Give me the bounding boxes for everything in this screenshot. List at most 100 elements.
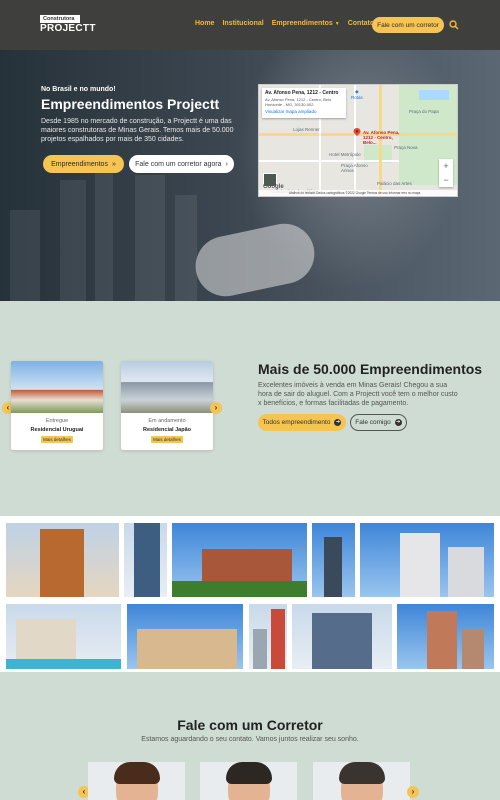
map-water-area: [419, 90, 449, 100]
section-title: Fale com um Corretor: [177, 717, 323, 733]
map-label: Praça Nova: [394, 145, 418, 150]
map-enlarge-link[interactable]: Visualizar mapa ampliado: [265, 109, 343, 114]
map-info-address: Av. Afonso Pena, 1212 - Centro, Belo Hor…: [265, 97, 332, 107]
background-building: [135, 175, 165, 301]
zoom-out-icon[interactable]: −: [439, 173, 453, 187]
property-details-button[interactable]: Mais detalhes: [41, 436, 73, 443]
map-road: [259, 160, 399, 162]
menu-item-empreendimentos[interactable]: Empreendimentos ▼: [272, 20, 340, 27]
gallery-image[interactable]: [6, 604, 121, 669]
gallery-image[interactable]: [292, 604, 392, 669]
property-image: [11, 361, 103, 413]
agents-next-arrow[interactable]: ›: [407, 786, 419, 798]
gallery-building: [400, 533, 440, 597]
fale-comigo-label: Fale comigo: [355, 419, 391, 426]
map-directions-label: Rotas: [351, 95, 363, 100]
gallery-image[interactable]: [397, 604, 494, 669]
agent-photo[interactable]: [313, 762, 410, 800]
agent-hair: [226, 762, 272, 784]
map-label: Hotel Metrópole: [329, 152, 361, 157]
background-building: [175, 195, 197, 301]
chevron-down-icon: ▼: [334, 21, 340, 27]
menu-item-empreendimentos-label: Empreendimentos: [271, 20, 333, 27]
hero-title: Empreendimentos Projectt: [41, 96, 220, 112]
menu-item-institucional[interactable]: Institucional: [222, 20, 263, 27]
property-details-button[interactable]: Mais detalhes: [151, 436, 183, 443]
top-navbar: Construtora PROJECTT Home Institucional …: [0, 0, 500, 50]
gallery-image[interactable]: [249, 604, 287, 669]
property-name: Residencial Uruguai: [30, 427, 84, 433]
map-label: Praça Afonso Arinos: [341, 163, 368, 173]
property-card[interactable]: Em andamento Residencial Japão Mais deta…: [121, 361, 213, 450]
arrow-right-icon: ➔: [334, 419, 342, 426]
gallery-lawn: [172, 581, 307, 597]
empreendimentos-button-label: Empreendimentos: [51, 160, 108, 168]
gallery-building: [448, 547, 484, 597]
gallery-image[interactable]: [127, 604, 243, 669]
gallery-building: [271, 609, 285, 669]
map-pin-label: Av. Afonso Pena, 1212 - Centro, Belo...: [363, 130, 400, 145]
fale-corretor-agora-label: Fale com um corretor agora: [135, 160, 222, 168]
menu-item-home[interactable]: Home: [195, 20, 214, 27]
search-icon[interactable]: [449, 19, 459, 31]
gallery-building: [312, 613, 372, 669]
map-label: Lojas Renner: [293, 127, 320, 132]
property-status: Entregue: [45, 418, 69, 424]
hero-description: Desde 1985 no mercado de construção, a P…: [41, 118, 234, 143]
gallery-building: [134, 523, 160, 597]
property-image: [121, 361, 213, 413]
gallery-building: [253, 629, 267, 669]
empreendimentos-button[interactable]: Empreendimentos »: [43, 155, 124, 173]
background-building: [95, 160, 113, 301]
map-zoom-control[interactable]: + −: [439, 159, 453, 187]
gallery-pool: [6, 659, 121, 669]
embedded-map[interactable]: Av. Afonso Pena, 1212 - Centro Av. Afons…: [258, 84, 458, 197]
agent-photo[interactable]: [200, 762, 297, 800]
carousel-next-arrow[interactable]: ›: [210, 402, 222, 414]
map-info-window: Av. Afonso Pena, 1212 - Centro Av. Afons…: [262, 88, 346, 118]
agent-photo[interactable]: [88, 762, 185, 800]
gallery-building: [40, 529, 84, 597]
agent-hair: [114, 762, 160, 784]
logo[interactable]: Construtora PROJECTT: [40, 15, 96, 34]
fale-comigo-button[interactable]: Fale comigo ➔: [350, 414, 407, 431]
gallery-building: [324, 537, 342, 597]
logo-brand-text: PROJECTT: [40, 23, 96, 34]
nav-cta-button[interactable]: Fale com um corretor: [372, 17, 444, 33]
hero-kicker: No Brasil e no mundo!: [41, 86, 116, 93]
zoom-in-icon[interactable]: +: [439, 159, 453, 173]
background-building: [10, 210, 40, 301]
main-menu: Home Institucional Empreendimentos ▼ Cont…: [195, 20, 378, 27]
property-status: Em andamento: [148, 418, 186, 424]
agent-hair: [339, 762, 385, 784]
gallery-image[interactable]: [6, 523, 119, 597]
map-label: Praça do Papa: [409, 109, 439, 114]
map-footer-links[interactable]: Atalhos do teclado Dados cartográficos ©…: [259, 190, 457, 196]
todos-empreendimentos-button[interactable]: Todos empreendimento ➔: [258, 414, 346, 431]
gallery-image[interactable]: [124, 523, 167, 597]
todos-empreendimentos-label: Todos empreendimento: [262, 419, 331, 426]
double-chevron-right-icon: »: [111, 160, 116, 168]
gallery-image[interactable]: [360, 523, 494, 597]
gallery-building: [427, 611, 457, 669]
arrow-right-icon: ➔: [394, 419, 402, 426]
map-label: Palácio das Artes: [377, 181, 412, 186]
section-title: Mais de 50.000 Empreendimentos: [258, 361, 483, 377]
background-building: [60, 180, 86, 301]
map-info-title: Av. Afonso Pena, 1212 - Centro: [265, 90, 339, 96]
photo-gallery: [0, 516, 500, 672]
property-name: Residencial Japão: [143, 427, 191, 433]
logo-small-text: Construtora: [40, 15, 80, 23]
chevron-right-icon: ›: [225, 160, 228, 168]
location-pin-icon: [353, 128, 361, 136]
property-card[interactable]: Entregue Residencial Uruguai Mais detalh…: [11, 361, 103, 450]
map-road: [354, 85, 356, 196]
section-description: Excelentes imóveis à venda em Minas Gera…: [258, 382, 458, 407]
fale-corretor-agora-button[interactable]: Fale com um corretor agora ›: [129, 155, 234, 173]
gallery-image[interactable]: [172, 523, 307, 597]
gallery-building: [137, 629, 237, 669]
section-subtitle: Estamos aguardando o seu contato. Vamos …: [141, 736, 359, 743]
gallery-image[interactable]: [312, 523, 355, 597]
map-directions[interactable]: ◆ Rotas: [351, 89, 363, 100]
gallery-building: [462, 629, 484, 669]
